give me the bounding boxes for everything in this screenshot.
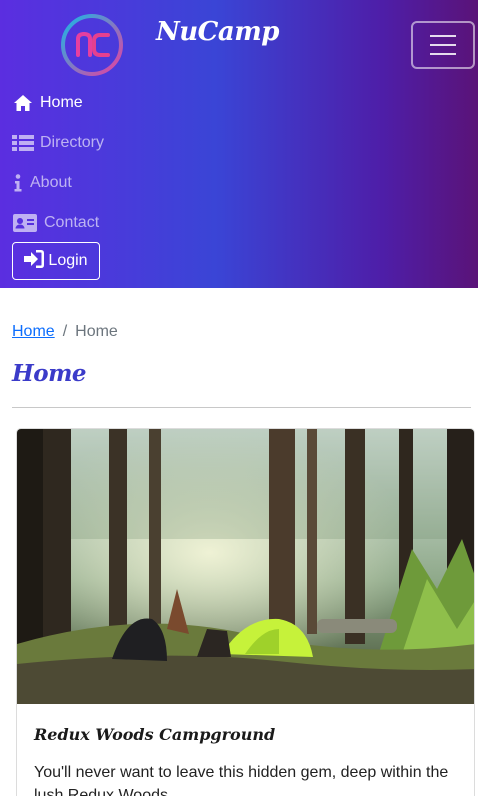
nav-item-directory[interactable]: Directory bbox=[12, 130, 104, 156]
nav-item-home[interactable]: Home bbox=[12, 90, 83, 116]
campsite-card[interactable]: Redux Woods Campground You'll never want… bbox=[16, 428, 475, 796]
brand-name[interactable]: NuCamp bbox=[156, 17, 279, 47]
sign-in-icon bbox=[24, 249, 45, 273]
navbar: NuCamp Home Directory About Contact Logi… bbox=[0, 0, 478, 288]
nav-item-about[interactable]: About bbox=[12, 170, 72, 196]
nav-item-contact[interactable]: Contact bbox=[12, 210, 99, 236]
nav-item-label: About bbox=[30, 174, 72, 191]
card-title: Redux Woods Campground bbox=[34, 725, 276, 744]
hamburger-icon bbox=[430, 35, 456, 37]
breadcrumb-separator: / bbox=[62, 323, 68, 340]
address-card-icon bbox=[12, 213, 38, 233]
nav-item-label: Directory bbox=[40, 134, 105, 151]
breadcrumb-current: Home bbox=[75, 323, 118, 340]
campsite-image bbox=[17, 429, 474, 704]
divider bbox=[12, 407, 471, 408]
list-icon bbox=[12, 133, 34, 153]
home-icon bbox=[12, 93, 34, 113]
card-text: You'll never want to leave this hidden g… bbox=[34, 764, 449, 796]
login-label: Login bbox=[48, 252, 88, 269]
nucamp-logo[interactable] bbox=[60, 13, 124, 77]
breadcrumb-link-home[interactable]: Home bbox=[12, 323, 55, 341]
nav-item-label: Contact bbox=[44, 214, 100, 231]
navbar-toggler-button[interactable] bbox=[411, 21, 475, 69]
login-button[interactable]: Login bbox=[12, 242, 100, 280]
info-icon bbox=[12, 173, 24, 193]
breadcrumb: Home / Home bbox=[12, 323, 118, 341]
page-title: Home bbox=[12, 360, 87, 387]
nav-item-label: Home bbox=[40, 94, 83, 111]
